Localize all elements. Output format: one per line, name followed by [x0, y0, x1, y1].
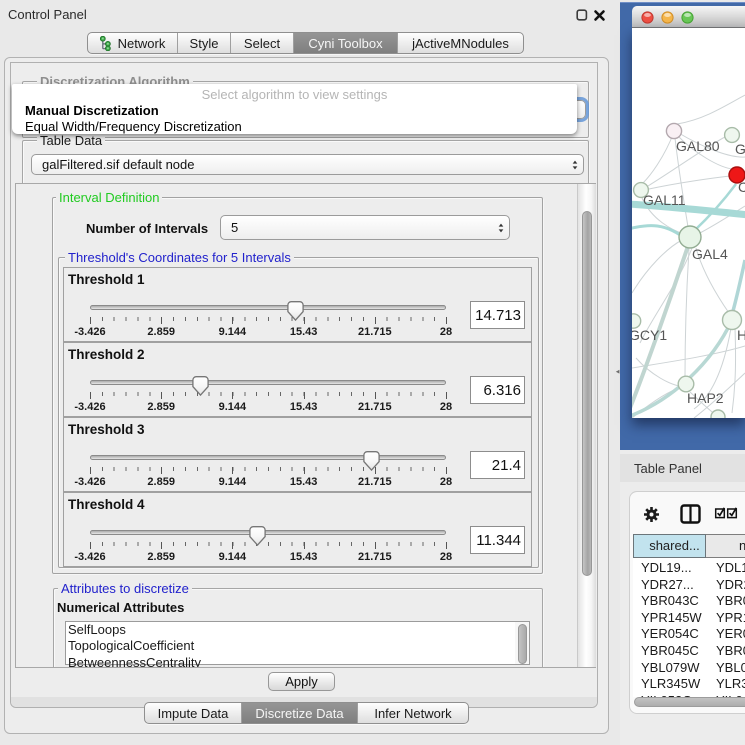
- svg-text:HAP2: HAP2: [687, 390, 724, 406]
- svg-text:G.: G.: [735, 141, 745, 157]
- svg-text:GCY1: GCY1: [632, 327, 667, 343]
- svg-text:GAL11: GAL11: [643, 192, 686, 208]
- svg-text:H: H: [737, 327, 745, 343]
- svg-text:GAL4: GAL4: [692, 246, 728, 262]
- svg-text:GAL80: GAL80: [676, 138, 720, 154]
- svg-text:C: C: [738, 179, 745, 195]
